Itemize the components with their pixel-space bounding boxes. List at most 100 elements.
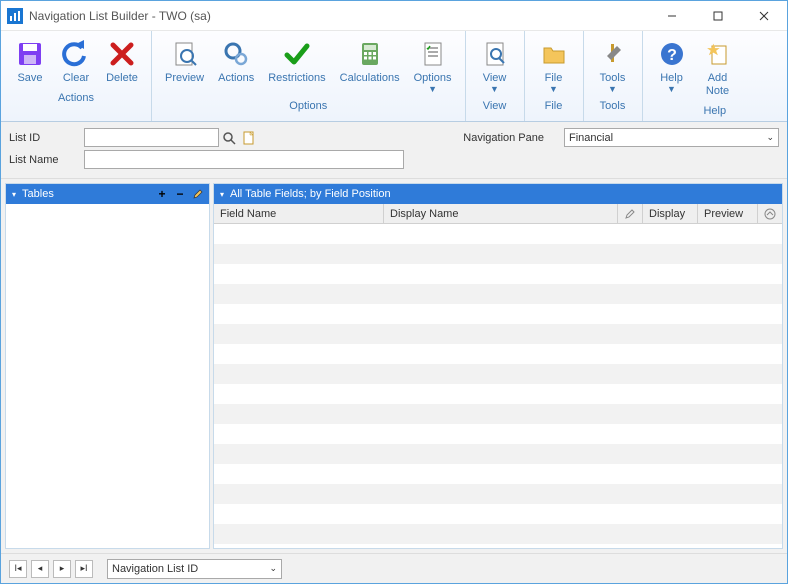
calculator-icon: [354, 38, 386, 70]
dropdown-indicator-icon: ▼: [549, 85, 558, 93]
tables-panel: ▾ Tables + −: [5, 183, 210, 549]
calculations-button[interactable]: Calculations: [333, 35, 407, 96]
add-note-button[interactable]: Add Note: [695, 35, 741, 101]
magnifier-page-icon: [479, 38, 511, 70]
group-caption: Options: [152, 96, 465, 116]
panel-menu-button[interactable]: ▾: [10, 190, 18, 199]
col-display[interactable]: Display: [643, 204, 698, 223]
col-edit-icon[interactable]: [618, 204, 643, 223]
ribbon-group-file: File ▼ File: [525, 31, 584, 121]
tools-button[interactable]: Tools ▼: [590, 35, 636, 96]
table-add-button[interactable]: +: [155, 187, 169, 201]
folder-icon: [538, 38, 570, 70]
list-id-lookup-button[interactable]: [219, 128, 239, 147]
list-name-label: List Name: [9, 154, 84, 166]
panel-menu-button[interactable]: ▾: [218, 190, 226, 199]
clear-button[interactable]: Clear: [53, 35, 99, 88]
window-title: Navigation List Builder - TWO (sa): [29, 9, 649, 23]
list-id-new-button[interactable]: [239, 128, 259, 147]
col-expand-toggle[interactable]: [758, 204, 782, 223]
options-button[interactable]: Options ▼: [407, 35, 459, 96]
undo-arrow-icon: [60, 38, 92, 70]
preview-button[interactable]: Preview: [158, 35, 211, 96]
list-id-field[interactable]: [84, 128, 219, 147]
dropdown-indicator-icon: ▼: [608, 85, 617, 93]
button-label: Calculations: [340, 72, 400, 85]
fields-panel-header: ▾ All Table Fields; by Field Position: [214, 184, 782, 204]
ribbon-group-options: Preview Actions Restrictions Calculation…: [152, 31, 466, 121]
button-label: Add Note: [706, 72, 729, 98]
tables-panel-header: ▾ Tables + −: [6, 184, 209, 204]
save-button[interactable]: Save: [7, 35, 53, 88]
button-label: Clear: [63, 72, 89, 85]
col-display-name[interactable]: Display Name: [384, 204, 618, 223]
button-label: Restrictions: [268, 72, 325, 85]
col-preview[interactable]: Preview: [698, 204, 758, 223]
restrictions-button[interactable]: Restrictions: [261, 35, 332, 96]
ribbon-group-actions: Save Clear Delete Actions: [1, 31, 152, 121]
nav-pane-value: Financial: [569, 132, 613, 144]
status-bar: I◂ ◂ ▸ ▸I Navigation List ID ⌄: [1, 553, 787, 583]
view-button[interactable]: View ▼: [472, 35, 518, 96]
status-record-select[interactable]: Navigation List ID ⌄: [107, 559, 282, 579]
fields-column-headers: Field Name Display Name Display Preview: [214, 204, 782, 224]
help-icon: ?: [656, 38, 688, 70]
form-area: List ID Navigation Pane Financial ⌄ List…: [1, 122, 787, 179]
title-bar: Navigation List Builder - TWO (sa): [1, 1, 787, 31]
chevron-down-icon: ⌄: [766, 132, 774, 143]
group-caption: File: [525, 96, 583, 116]
fields-grid[interactable]: [214, 224, 782, 548]
options-list-icon: [417, 38, 449, 70]
svg-text:?: ?: [667, 47, 677, 64]
list-name-field[interactable]: [84, 150, 404, 169]
button-label: Delete: [106, 72, 138, 85]
list-name-input[interactable]: [85, 151, 403, 168]
gears-icon: [220, 38, 252, 70]
fields-panel: ▾ All Table Fields; by Field Position Fi…: [213, 183, 783, 549]
nav-pane-select[interactable]: Financial ⌄: [564, 128, 779, 147]
group-caption: Actions: [1, 88, 151, 108]
dropdown-indicator-icon: ▼: [667, 85, 676, 93]
nav-first-button[interactable]: I◂: [9, 560, 27, 578]
preview-icon: [169, 38, 201, 70]
list-id-label: List ID: [9, 132, 84, 144]
tables-list[interactable]: [6, 204, 209, 548]
list-id-input[interactable]: [85, 129, 218, 146]
magnifier-icon: [222, 131, 236, 145]
dropdown-indicator-icon: ▼: [490, 85, 499, 93]
check-icon: [281, 38, 313, 70]
ribbon-group-help: ? Help ▼ Add Note Help: [643, 31, 787, 121]
minimize-button[interactable]: [649, 1, 695, 30]
maximize-button[interactable]: [695, 1, 741, 30]
actions-button[interactable]: Actions: [211, 35, 261, 96]
app-icon: [7, 8, 23, 24]
chevron-down-icon: ⌄: [269, 563, 277, 574]
button-label: Save: [17, 72, 42, 85]
dropdown-indicator-icon: ▼: [428, 85, 437, 93]
fields-panel-title: All Table Fields; by Field Position: [230, 188, 391, 200]
help-button[interactable]: ? Help ▼: [649, 35, 695, 101]
file-button[interactable]: File ▼: [531, 35, 577, 96]
button-label: Preview: [165, 72, 204, 85]
note-star-icon: [702, 38, 734, 70]
delete-x-icon: [106, 38, 138, 70]
col-field-name[interactable]: Field Name: [214, 204, 384, 223]
button-label: Actions: [218, 72, 254, 85]
tools-icon: [597, 38, 629, 70]
group-caption: Tools: [584, 96, 642, 116]
tables-panel-title: Tables: [22, 188, 54, 200]
table-edit-button[interactable]: [191, 187, 205, 201]
nav-last-button[interactable]: ▸I: [75, 560, 93, 578]
ribbon-group-view: View ▼ View: [466, 31, 525, 121]
delete-button[interactable]: Delete: [99, 35, 145, 88]
table-remove-button[interactable]: −: [173, 187, 187, 201]
status-record-value: Navigation List ID: [112, 563, 198, 575]
close-button[interactable]: [741, 1, 787, 30]
nav-next-button[interactable]: ▸: [53, 560, 71, 578]
group-caption: Help: [643, 101, 787, 121]
nav-pane-label: Navigation Pane: [463, 132, 544, 144]
nav-prev-button[interactable]: ◂: [31, 560, 49, 578]
save-icon: [14, 38, 46, 70]
new-document-icon: [242, 131, 256, 145]
ribbon-toolbar: Save Clear Delete Actions Preview: [1, 31, 787, 122]
